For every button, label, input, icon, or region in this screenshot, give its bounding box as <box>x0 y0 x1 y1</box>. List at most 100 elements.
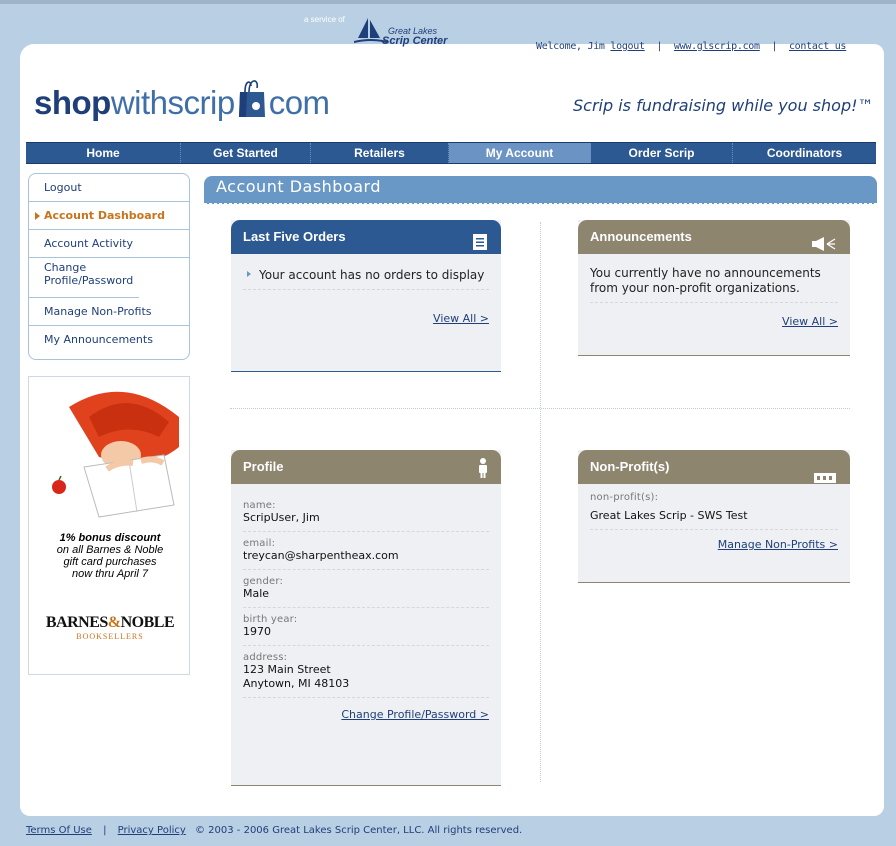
sidebar-item-my-announcements[interactable]: My Announcements <box>29 326 189 354</box>
logo-com: com <box>268 84 330 121</box>
announcements-body: You currently have no announcements from… <box>578 254 850 336</box>
top-border <box>0 0 896 4</box>
nonprofits-row: non-profit(s): Great Lakes Scrip - SWS T… <box>590 490 838 530</box>
terms-link[interactable]: Terms Of Use <box>26 825 92 836</box>
ad-promo: 1% bonus discount on all Barnes & Noble … <box>29 532 189 580</box>
sidebar-item-logout[interactable]: Logout <box>29 174 189 202</box>
nonprofits-body: non-profit(s): Great Lakes Scrip - SWS T… <box>578 484 850 559</box>
address-line1: 123 Main Street <box>243 663 331 676</box>
nav-get-started[interactable]: Get Started <box>181 143 311 163</box>
profile-link-row: Change Profile/Password > <box>243 698 489 721</box>
row-divider <box>230 408 850 409</box>
name-label: name: <box>243 500 276 511</box>
barnes-noble-ad[interactable]: 1% bonus discount on all Barnes & Noble … <box>28 376 190 675</box>
privacy-link[interactable]: Privacy Policy <box>118 825 186 836</box>
nonprofits-title: Non-Profit(s) <box>590 459 670 474</box>
announcements-title: Announcements <box>590 229 692 244</box>
announcements-panel-header: Announcements <box>578 220 850 254</box>
profile-gender-row: gender: Male <box>243 570 489 608</box>
profile-panel-header: Profile <box>231 450 501 484</box>
profile-address-row: address: 123 Main Street Anytown, MI 481… <box>243 646 489 698</box>
announcements-message: You currently have no announcements from… <box>590 262 838 303</box>
top-links: Welcome, Jim logout | www.glscrip.com | … <box>536 41 846 52</box>
bn-barnes: BARNES <box>45 614 108 631</box>
sidebar-item-account-activity[interactable]: Account Activity <box>29 230 189 258</box>
nonprofits-panel-header: Non-Profit(s) <box>578 450 850 484</box>
page-title: Account Dashboard <box>216 177 381 196</box>
main-nav: Home Get Started Retailers My Account Or… <box>26 142 876 164</box>
manage-nonprofits-link[interactable]: Manage Non-Profits > <box>718 538 838 551</box>
welcome-text: Welcome, Jim <box>536 41 605 52</box>
profile-name-row: name: ScripUser, Jim <box>243 494 489 532</box>
nav-retailers[interactable]: Retailers <box>311 143 449 163</box>
bn-noble: NOBLE <box>120 614 175 631</box>
service-logo[interactable]: a service of Great Lakes Scrip Center <box>304 15 474 47</box>
change-profile-link[interactable]: Change Profile/Password > <box>341 708 489 721</box>
announcements-panel: Announcements You currently have no anno… <box>578 220 850 356</box>
separator: | <box>103 825 107 836</box>
profile-body: name: ScripUser, Jim email: treycan@shar… <box>231 484 501 729</box>
copyright: © 2003 - 2006 Great Lakes Scrip Center, … <box>194 825 523 836</box>
email-value: treycan@sharpentheax.com <box>243 549 399 562</box>
contact-link[interactable]: contact us <box>789 41 847 52</box>
logo-withscrip: withscrip <box>110 84 235 121</box>
address-label: address: <box>243 652 288 663</box>
bn-booksellers: BOOKSELLERS <box>76 632 144 641</box>
account-sidebar: Logout Account Dashboard Account Activit… <box>28 173 190 360</box>
bullet-icon <box>247 271 251 277</box>
ad-line: now thru April 7 <box>71 568 149 580</box>
orders-empty-message: Your account has no orders to display <box>259 268 485 282</box>
profile-email-row: email: treycan@sharpentheax.com <box>243 532 489 570</box>
orders-panel-header: Last Five Orders <box>231 220 501 254</box>
nonprofits-panel: Non-Profit(s) non-profit(s): Great Lakes… <box>578 450 850 583</box>
name-value: ScripUser, Jim <box>243 511 320 524</box>
shopping-bag-icon <box>237 78 267 126</box>
gender-value: Male <box>243 587 270 600</box>
profile-panel: Profile name: ScripUser, Jim email: trey… <box>231 450 501 786</box>
nonprofits-value: Great Lakes Scrip - SWS Test <box>590 509 748 522</box>
ad-line: on all Barnes & Noble <box>56 544 164 556</box>
ad-line: gift card purchases <box>63 556 157 568</box>
ad-headline: 1% bonus discount <box>59 532 161 544</box>
nav-home[interactable]: Home <box>26 143 181 163</box>
sidebar-item-change-profile[interactable]: Change Profile/Password <box>29 258 139 298</box>
announcements-link-row: View All > <box>590 303 838 328</box>
nav-order-scrip[interactable]: Order Scrip <box>591 143 733 163</box>
sidebar-item-manage-nonprofits[interactable]: Manage Non-Profits <box>29 298 189 326</box>
barnes-noble-logo: BARNES&NOBLE <box>29 614 189 632</box>
profile-birth-row: birth year: 1970 <box>243 608 489 646</box>
birth-year-label: birth year: <box>243 614 298 625</box>
birth-year-value: 1970 <box>243 625 271 638</box>
separator: | <box>771 41 778 52</box>
logo-shop: shop <box>34 84 111 121</box>
orders-title: Last Five Orders <box>243 229 346 244</box>
column-divider <box>540 222 541 782</box>
separator: | <box>656 41 663 52</box>
header-divider <box>204 203 877 204</box>
dashboard-header: Account Dashboard <box>204 176 877 204</box>
orders-panel: Last Five Orders Your account has no ord… <box>231 220 501 372</box>
service-org-line2: Scrip Center <box>382 35 448 47</box>
site-link[interactable]: www.glscrip.com <box>674 41 760 52</box>
reading-woman-illustration <box>52 391 179 518</box>
nav-coordinators[interactable]: Coordinators <box>733 143 876 163</box>
service-caption: a service of <box>304 15 345 24</box>
orders-body: Your account has no orders to display Vi… <box>231 254 501 333</box>
announcements-view-all-link[interactable]: View All > <box>782 315 838 328</box>
profile-title: Profile <box>243 459 284 474</box>
orders-empty-row: Your account has no orders to display <box>243 262 489 290</box>
nav-my-account[interactable]: My Account <box>449 143 591 163</box>
address-line2: Anytown, MI 48103 <box>243 677 350 690</box>
email-label: email: <box>243 538 276 549</box>
footer: Terms Of Use | Privacy Policy © 2003 - 2… <box>26 825 522 836</box>
nonprofits-label: non-profit(s): <box>590 492 659 503</box>
tagline: Scrip is fundraising while you shop!™ <box>573 96 874 115</box>
logout-link[interactable]: logout <box>610 41 645 52</box>
sidebar-item-account-dashboard[interactable]: Account Dashboard <box>29 202 189 230</box>
bn-ampersand: & <box>107 614 121 631</box>
orders-view-all-link[interactable]: View All > <box>433 312 489 325</box>
nonprofits-link-row: Manage Non-Profits > <box>590 530 838 551</box>
gender-label: gender: <box>243 576 284 587</box>
site-logo[interactable]: shopwithscrip com <box>34 78 330 126</box>
orders-link-row: View All > <box>243 290 489 325</box>
